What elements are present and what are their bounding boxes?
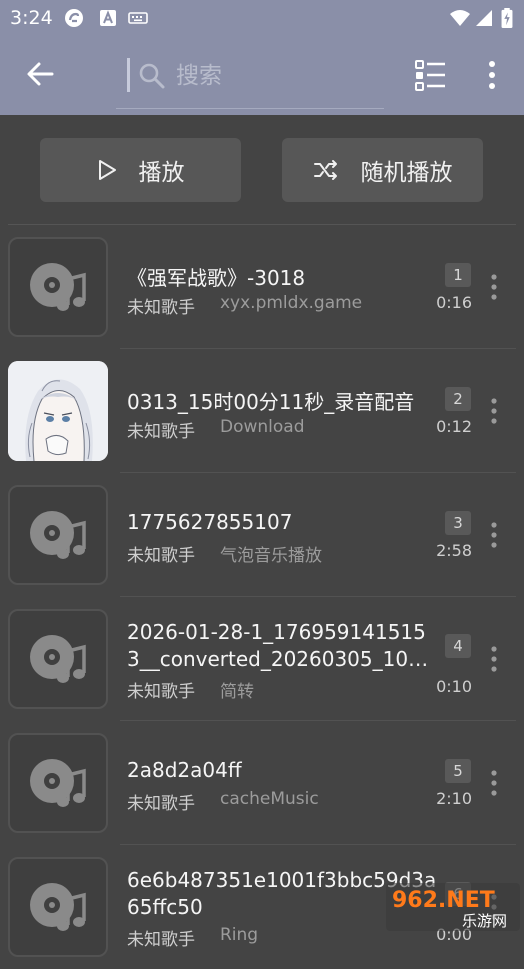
song-artist: 未知歌手 <box>127 298 195 318</box>
search-input[interactable] <box>174 56 378 96</box>
song-album: 简转 <box>220 682 254 702</box>
song-title: 2a8d2a04ff <box>127 758 242 782</box>
status-bar: 3:24 <box>0 0 524 36</box>
disc-icon <box>8 857 108 957</box>
song-duration: 2:10 <box>436 789 472 808</box>
disc-icon <box>8 609 108 709</box>
disc-icon <box>8 733 108 833</box>
search-icon <box>139 63 165 89</box>
song-row[interactable]: 《强军战歌》-3018 未知歌手 xyx.pmldx.game 1 0:16 <box>0 225 524 349</box>
track-number-badge: 3 <box>445 511 471 535</box>
watermark-logo: 962.NET 乐游网 <box>386 883 520 931</box>
back-arrow-icon[interactable] <box>22 56 58 92</box>
song-row[interactable]: 1775627855107 未知歌手 气泡音乐播放 3 2:58 <box>0 473 524 597</box>
app-bar: 3:24 <box>0 0 524 115</box>
song-duration: 0:12 <box>436 417 472 436</box>
battery-charging-icon <box>501 8 513 28</box>
song-row[interactable]: 0313_15时00分11秒_录音配音 未知歌手 Download 2 0:12 <box>0 349 524 473</box>
song-album: Ring <box>220 925 259 945</box>
song-artist: 未知歌手 <box>127 422 195 442</box>
song-album: xyx.pmldx.game <box>220 293 363 313</box>
disc-icon <box>8 237 108 337</box>
track-number-badge: 5 <box>445 759 471 783</box>
search-bar[interactable] <box>116 50 384 109</box>
shuffle-play-label: 随机播放 <box>360 160 453 186</box>
disc-icon <box>8 485 108 585</box>
song-title: 《强军战歌》-3018 <box>127 266 306 290</box>
more-vert-icon[interactable] <box>488 273 500 301</box>
shuffle-play-button[interactable]: 随机播放 <box>282 138 483 202</box>
song-artist: 未知歌手 <box>127 930 195 950</box>
shuffle-icon <box>313 160 337 180</box>
toolbar <box>0 36 524 115</box>
watermark-sub: 乐游网 <box>462 912 507 930</box>
track-number-badge: 1 <box>445 263 471 287</box>
app-notification-icon <box>65 9 83 27</box>
song-album: Download <box>220 417 305 437</box>
play-icon <box>98 160 116 180</box>
font-notification-icon <box>100 10 116 26</box>
track-number-badge: 4 <box>445 634 471 658</box>
song-artist: 未知歌手 <box>127 546 195 566</box>
watermark-brand: 962.NET <box>392 888 495 913</box>
song-title: 0313_15时00分11秒_录音配音 <box>127 390 415 414</box>
song-artist: 未知歌手 <box>127 794 195 814</box>
more-vert-icon[interactable] <box>488 521 500 549</box>
anime-girl-artwork <box>8 361 108 461</box>
song-artist: 未知歌手 <box>127 682 195 702</box>
text-cursor <box>127 58 130 92</box>
play-all-label: 播放 <box>138 160 185 186</box>
status-time: 3:24 <box>10 7 53 29</box>
song-duration: 2:58 <box>436 541 472 560</box>
play-all-button[interactable]: 播放 <box>40 138 241 202</box>
track-number-badge: 2 <box>445 387 471 411</box>
more-vert-icon[interactable] <box>480 58 504 92</box>
keyboard-icon <box>128 12 148 24</box>
song-row[interactable]: 2a8d2a04ff 未知歌手 cacheMusic 5 2:10 <box>0 721 524 845</box>
song-album: 气泡音乐播放 <box>220 546 322 566</box>
more-vert-icon[interactable] <box>488 645 500 673</box>
list-view-icon[interactable] <box>414 58 448 92</box>
song-duration: 0:16 <box>436 293 472 312</box>
song-title: 1775627855107 <box>127 510 293 534</box>
song-album: cacheMusic <box>220 789 319 809</box>
more-vert-icon[interactable] <box>488 397 500 425</box>
song-duration: 0:10 <box>436 677 472 696</box>
signal-icon <box>476 10 492 26</box>
more-vert-icon[interactable] <box>488 769 500 797</box>
song-row[interactable]: 2026-01-28-1_1769591415153__converted_20… <box>0 597 524 721</box>
song-title: 2026-01-28-1_1769591415153__converted_20… <box>127 620 429 671</box>
wifi-icon <box>450 10 470 26</box>
